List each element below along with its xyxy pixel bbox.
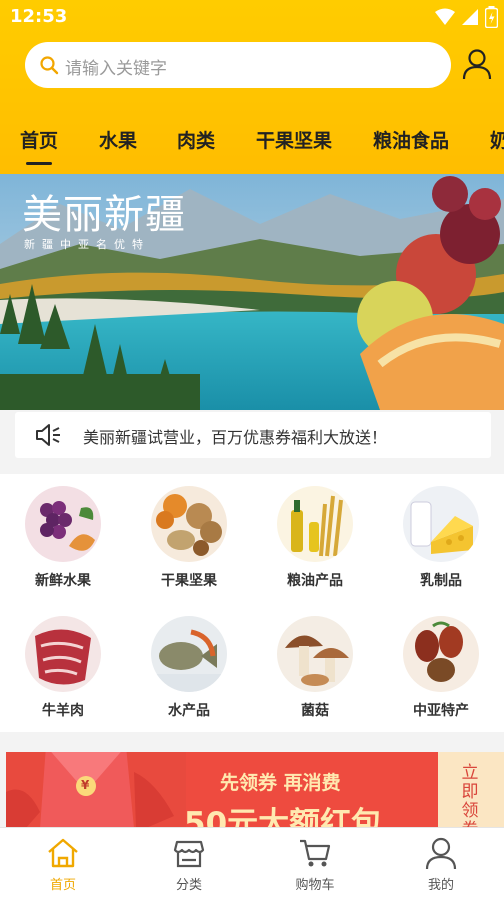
nav-label: 首页	[49, 878, 76, 893]
search-placeholder: 请输入关键字	[65, 59, 167, 79]
category-label: 中亚特产	[413, 703, 469, 719]
promo-banner[interactable]: ¥ 先领券 再消费 50元大额红包 立即领券	[6, 752, 504, 828]
tab-active-indicator	[26, 162, 52, 165]
tab-grain-oil[interactable]: 粮油食品	[373, 126, 449, 153]
category-tabs: 首页 水果 肉类 干果坚果 粮油食品 奶	[0, 122, 504, 165]
tab-home[interactable]: 首页	[20, 126, 58, 153]
category-label: 水产品	[168, 703, 210, 719]
announcement-bar[interactable]: 美丽新疆试营业，百万优惠券福利大放送！	[15, 412, 491, 458]
nav-label: 购物车	[295, 878, 335, 893]
category-label: 菌菇	[301, 703, 329, 719]
seafood-image	[151, 616, 227, 692]
speaker-icon	[36, 424, 60, 446]
battery-icon	[485, 6, 498, 28]
coin-symbol: ¥	[81, 778, 90, 792]
category-seafood[interactable]: 水产品	[139, 604, 239, 724]
banner-subtitle: 新疆中亚名优特	[24, 238, 150, 251]
signal-icon	[462, 9, 478, 25]
announcement-text: 美丽新疆试营业，百万优惠券福利大放送！	[83, 428, 388, 447]
user-icon[interactable]	[462, 48, 492, 80]
header: 12:53 请输入关键字 首页 水果 肉类 干果坚果 粮油食品 奶	[0, 0, 504, 174]
specialty-image	[403, 616, 479, 692]
category-dairy[interactable]: 乳制品	[391, 474, 491, 594]
meat-image	[25, 616, 101, 692]
status-time: 12:53	[10, 6, 68, 27]
category-label: 乳制品	[420, 573, 462, 589]
status-bar: 12:53	[0, 0, 504, 34]
grain-oil-image	[277, 486, 353, 562]
shop-icon	[173, 840, 205, 868]
search-icon	[40, 56, 59, 75]
category-dried-nuts[interactable]: 干果坚果	[139, 474, 239, 594]
dairy-image	[403, 486, 479, 562]
category-label: 干果坚果	[161, 573, 217, 589]
red-envelope-image	[6, 752, 186, 828]
claim-coupon-button[interactable]: 立即领券	[438, 752, 504, 828]
claim-coupon-label: 立即领券	[461, 763, 479, 829]
category-grid: 新鲜水果 干果坚果 粮油产品 乳制品 牛羊肉 水产品 菌菇 中亚特产	[0, 474, 504, 732]
nav-category[interactable]: 分类	[126, 828, 252, 897]
category-label: 新鲜水果	[35, 573, 91, 589]
tab-fruit[interactable]: 水果	[99, 126, 137, 153]
tab-nuts[interactable]: 干果坚果	[256, 126, 332, 153]
category-grain-oil[interactable]: 粮油产品	[265, 474, 365, 594]
banner-title: 美丽新疆	[22, 192, 186, 238]
nav-label: 我的	[427, 878, 454, 893]
category-label: 粮油产品	[287, 573, 343, 589]
user-icon	[425, 837, 457, 870]
home-icon	[48, 838, 78, 868]
search-bar[interactable]: 请输入关键字	[25, 42, 451, 88]
category-beef-lamb[interactable]: 牛羊肉	[13, 604, 113, 724]
status-icons	[435, 6, 498, 28]
nav-profile[interactable]: 我的	[378, 828, 504, 897]
category-mushroom[interactable]: 菌菇	[265, 604, 365, 724]
nav-cart[interactable]: 购物车	[252, 828, 378, 897]
mushroom-image	[277, 616, 353, 692]
tab-dairy[interactable]: 奶	[490, 126, 504, 153]
promo-line2: 50元大额红包	[184, 806, 383, 828]
bottom-navigation: 首页 分类 购物车 我的	[0, 827, 504, 897]
app-screen: 12:53 请输入关键字 首页 水果 肉类 干果坚果 粮油食品 奶 美丽新疆 新…	[0, 0, 504, 897]
category-central-asia[interactable]: 中亚特产	[391, 604, 491, 724]
nav-label: 分类	[175, 878, 202, 893]
promo-line1: 先领券 再消费	[220, 772, 341, 794]
tab-meat[interactable]: 肉类	[177, 126, 215, 153]
fruit-image	[25, 486, 101, 562]
nav-home[interactable]: 首页	[0, 828, 126, 897]
nuts-image	[151, 486, 227, 562]
wifi-icon	[435, 8, 455, 25]
category-label: 牛羊肉	[42, 703, 84, 719]
cart-icon	[300, 839, 331, 867]
category-fresh-fruit[interactable]: 新鲜水果	[13, 474, 113, 594]
